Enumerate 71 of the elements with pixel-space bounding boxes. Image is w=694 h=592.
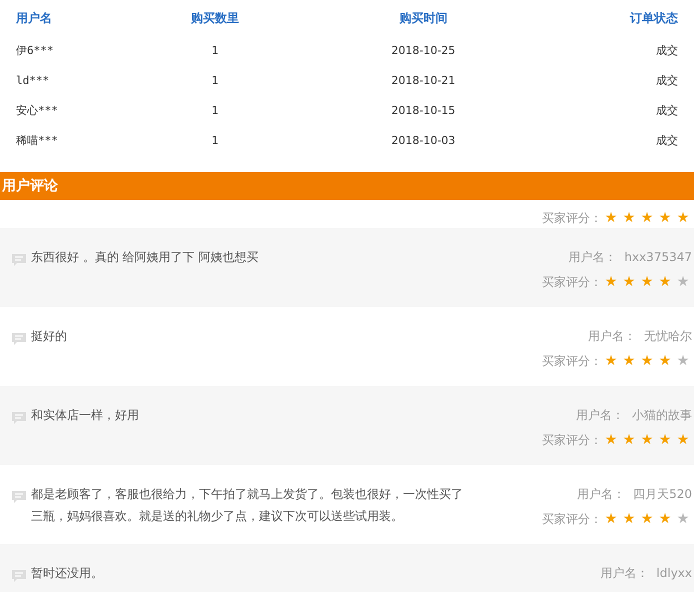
star-icon: ★ xyxy=(602,208,620,228)
review-text: 都是老顾客了，客服也很给力，下午拍了就马上发货了。包装也很好，一次性买了三瓶，妈妈很喜欢。就是送的礼物少了点，建议下次可以送些试用装。 xyxy=(31,486,464,525)
rating-label: 买家评分： xyxy=(542,210,602,227)
table-cell: 2018-10-15 xyxy=(391,104,456,117)
star-icon: ★ xyxy=(674,351,692,371)
table-cell: 成交 xyxy=(656,134,678,147)
star-icon: ★ xyxy=(620,509,638,529)
table-cell: 1 xyxy=(212,104,219,117)
star-icon: ★ xyxy=(638,208,656,228)
username-label: 用户名： xyxy=(588,328,636,345)
column-header: 购买时间 xyxy=(399,11,448,25)
star-icon: ★ xyxy=(602,272,620,292)
star-icon: ★ xyxy=(674,208,692,228)
table-cell: 1 xyxy=(212,134,219,147)
star-icon: ★ xyxy=(656,430,674,450)
star-icon: ★ xyxy=(602,351,620,371)
table-cell: 2018-10-03 xyxy=(391,134,456,147)
star-icon: ★ xyxy=(656,509,674,529)
username: 小猫的故事 xyxy=(632,407,692,424)
table-cell: 1 xyxy=(212,74,219,87)
username: hxx375347 xyxy=(624,249,692,266)
column-header: 订单状态 xyxy=(630,11,678,25)
table-cell: 成交 xyxy=(656,74,678,87)
table-cell: 伊6*** xyxy=(16,44,54,57)
star-icon: ★ xyxy=(602,509,620,529)
star-icon: ★ xyxy=(674,509,692,529)
review-text: 和实体店一样，好用 xyxy=(31,407,140,424)
section-header: 用户评论 xyxy=(0,172,694,200)
table-cell: 稀喵*** xyxy=(16,134,58,147)
star-icon: ★ xyxy=(656,272,674,292)
table-cell: 成交 xyxy=(656,104,678,117)
table-cell: ld*** xyxy=(16,74,50,87)
column-header: 用户名 xyxy=(16,11,52,25)
rating-label: 买家评分： xyxy=(542,511,602,528)
star-icon: ★ xyxy=(638,509,656,529)
column-header: 购买数里 xyxy=(191,11,240,25)
table-cell: 成交 xyxy=(656,44,678,57)
rating-label: 买家评分： xyxy=(542,274,602,291)
table-cell: 2018-10-25 xyxy=(391,44,456,57)
comment-icon xyxy=(11,568,27,584)
review-text: 暂时还没用。 xyxy=(31,565,104,582)
star-icon: ★ xyxy=(620,351,638,371)
comment-icon xyxy=(11,330,27,347)
username: ldlyxx xyxy=(656,565,692,582)
table-cell: 安心*** xyxy=(16,104,58,117)
username: 四月天520 xyxy=(633,486,692,503)
star-icon: ★ xyxy=(674,430,692,450)
comment-icon xyxy=(11,410,27,426)
username-label: 用户名： xyxy=(600,565,648,582)
review-text: 挺好的 xyxy=(31,328,68,345)
username-label: 用户名： xyxy=(576,407,624,424)
username-label: 用户名： xyxy=(577,486,626,503)
username-label: 用户名： xyxy=(568,249,616,266)
star-icon: ★ xyxy=(638,430,656,450)
star-icon: ★ xyxy=(620,272,638,292)
star-icon: ★ xyxy=(638,351,656,371)
star-icon: ★ xyxy=(620,430,638,450)
star-icon: ★ xyxy=(620,208,638,228)
comment-icon xyxy=(11,488,27,505)
table-cell: 2018-10-21 xyxy=(391,74,456,87)
star-icon: ★ xyxy=(602,430,620,450)
star-icon: ★ xyxy=(656,208,674,228)
star-icon: ★ xyxy=(674,272,692,292)
star-icon: ★ xyxy=(638,272,656,292)
comment-icon xyxy=(11,252,27,268)
star-icon: ★ xyxy=(656,351,674,371)
review-text: 东西很好 。真的 给阿姨用了下 阿姨也想买 xyxy=(31,249,260,266)
rating-label: 买家评分： xyxy=(542,432,602,449)
username: 无忧哈尔 xyxy=(644,328,692,345)
rating-label: 买家评分： xyxy=(542,353,602,370)
table-cell: 1 xyxy=(212,44,219,57)
